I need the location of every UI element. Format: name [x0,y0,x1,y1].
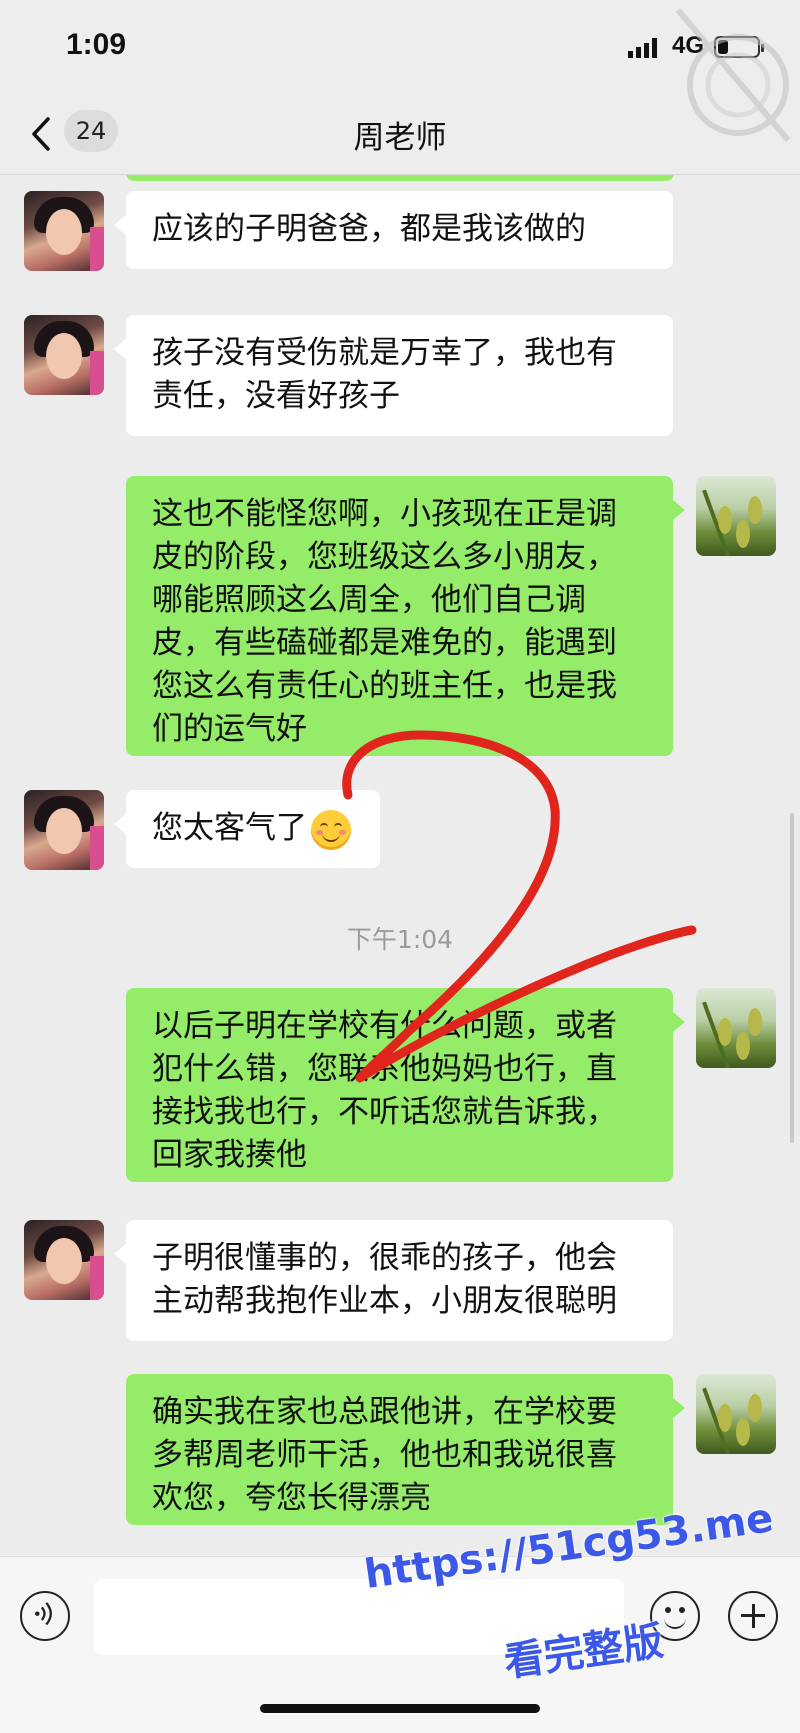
message-bubble[interactable]: 应该的子明爸爸，都是我该做的 [114,191,673,269]
message-bubble[interactable]: 这也不能怪您啊，小孩现在正是调 皮的阶段，您班级这么多小朋友， 哪能照顾这么周全… [126,476,685,756]
message-list[interactable]: 应该的子明爸爸，都是我该做的 孩子没有受伤就是万幸了，我也有 责任，没看好孩子 … [0,175,800,1553]
message-timestamp: 下午1:04 [346,925,454,954]
scrollbar[interactable] [790,813,794,1143]
message-bubble[interactable]: 以后子明在学校有什么问题，或者 犯什么错，您联系他妈妈也行，直 接找我也行，不听… [126,988,685,1182]
voice-wave-icon [35,1602,52,1626]
status-time: 1:09 [66,28,127,61]
message-bubble[interactable]: 您太客气了 [114,790,380,868]
signal-icon [628,36,657,58]
contact-avatar[interactable] [24,315,104,395]
self-avatar[interactable] [696,476,776,556]
watermark-logo [675,8,791,142]
message-bubble[interactable]: 确实我在家也总跟他讲，在学校要 多帮周老师干活，他也和我说很喜 欢您，夸您长得漂… [126,1374,685,1525]
contact-avatar[interactable] [24,191,104,271]
smiling-face-icon [311,809,351,850]
partial-message-bubble [126,175,674,181]
more-options-button[interactable] [728,1591,778,1641]
voice-input-button[interactable] [20,1591,70,1641]
contact-avatar[interactable] [24,1220,104,1300]
self-avatar[interactable] [696,988,776,1068]
self-avatar[interactable] [696,1374,776,1454]
home-indicator[interactable] [260,1704,540,1713]
message-bubble[interactable]: 子明很懂事的，很乖的孩子，他会 主动帮我抱作业本，小朋友很聪明 [114,1220,673,1341]
message-bubble[interactable]: 孩子没有受伤就是万幸了，我也有 责任，没看好孩子 [114,315,673,436]
message-text: 您太客气了 [152,810,307,846]
contact-avatar[interactable] [24,790,104,870]
